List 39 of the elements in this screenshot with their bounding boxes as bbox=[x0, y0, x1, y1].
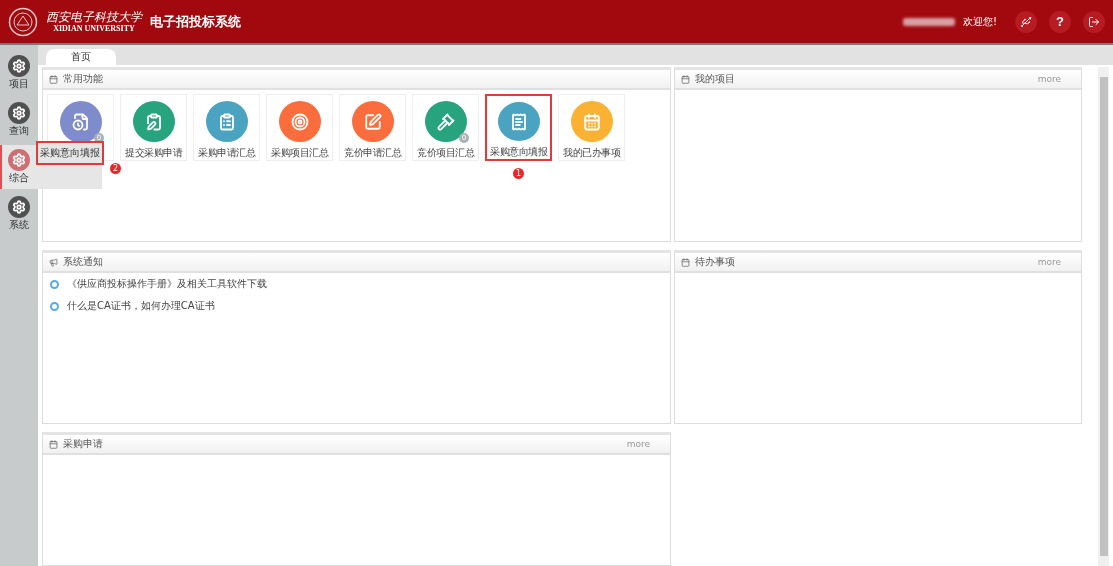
shortcut-tile[interactable]: 采购项目汇总 bbox=[266, 94, 333, 161]
system-title: 电子招投标系统 bbox=[150, 12, 241, 31]
step-badge: 1 bbox=[513, 168, 524, 179]
calendar-icon bbox=[681, 74, 690, 84]
university-emblem-icon bbox=[8, 6, 38, 37]
logout-button[interactable] bbox=[1083, 10, 1105, 33]
logout-icon bbox=[1088, 15, 1100, 28]
welcome-text: 欢迎您! bbox=[963, 14, 997, 29]
tab[interactable]: 首页 bbox=[46, 49, 116, 65]
shortcut-tile[interactable]: 提交采购申请 bbox=[120, 94, 187, 161]
university-name: 西安电子科技大学 bbox=[46, 9, 142, 24]
notice-link[interactable]: 什么是CA证书，如何办理CA证书 bbox=[67, 299, 215, 313]
shortcut-tile[interactable]: 我的已办事项 bbox=[558, 94, 625, 161]
shortcut-tile[interactable]: 竞价申请汇总 bbox=[339, 94, 406, 161]
help-button[interactable]: ? bbox=[1049, 10, 1071, 33]
panel-title: 待办事项 bbox=[695, 255, 735, 269]
scrollbar[interactable] bbox=[1098, 67, 1109, 566]
shortcut-tile[interactable]: 采购申请汇总 bbox=[193, 94, 260, 161]
university-name-english: XIDIAN UNIVERSITY bbox=[53, 23, 135, 34]
sidebar-item[interactable]: 综合 bbox=[2, 149, 36, 184]
panel-title: 采购申请 bbox=[63, 437, 103, 451]
notice-link[interactable]: 《供应商投标操作手册》及相关工具软件下载 bbox=[67, 277, 267, 291]
usb-key-button[interactable] bbox=[1015, 10, 1037, 33]
sidebar-item[interactable]: 项目 bbox=[2, 55, 36, 90]
megaphone-icon bbox=[49, 257, 58, 267]
sidebar-item[interactable]: 系统 bbox=[2, 196, 36, 231]
calendar-icon bbox=[49, 74, 58, 84]
bullet-icon bbox=[50, 301, 59, 311]
bullet-icon bbox=[50, 279, 59, 289]
flyout-menu[interactable]: 采购意向填报 bbox=[36, 141, 104, 165]
panel-title: 系统通知 bbox=[63, 255, 103, 269]
sidebar-item[interactable]: 查询 bbox=[2, 102, 36, 137]
calendar-icon bbox=[681, 257, 690, 267]
panel-title: 常用功能 bbox=[63, 72, 103, 86]
shortcut-tile[interactable]: 采购意向填报 bbox=[485, 94, 552, 161]
calendar-icon bbox=[49, 439, 58, 449]
usb-icon bbox=[1020, 15, 1032, 28]
blurred-username bbox=[903, 17, 955, 26]
panel-title: 我的项目 bbox=[695, 72, 735, 86]
